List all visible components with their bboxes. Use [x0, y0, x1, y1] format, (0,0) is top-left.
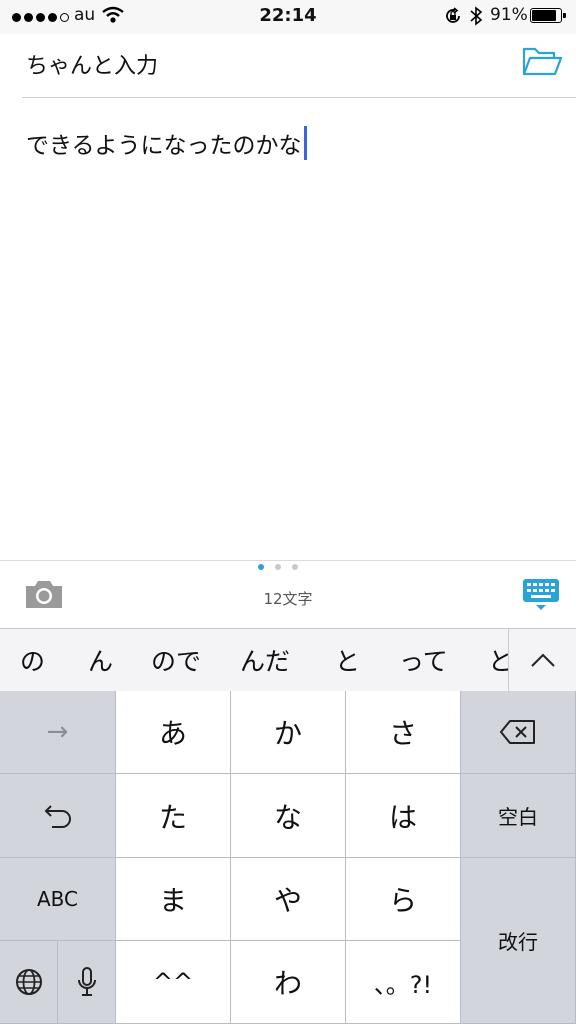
- text-caret: [303, 126, 307, 160]
- kana-key-ha[interactable]: は: [346, 774, 461, 858]
- kana-key-emoticon[interactable]: ^^: [116, 941, 231, 1024]
- abc-key[interactable]: ABC: [0, 858, 116, 941]
- candidate-item[interactable]: ん: [88, 642, 113, 678]
- candidate-item[interactable]: と: [335, 642, 360, 678]
- cursor-right-key[interactable]: →: [0, 691, 116, 774]
- battery-nub: [563, 13, 566, 18]
- candidate-expand-button[interactable]: [508, 629, 576, 691]
- kana-key-ya[interactable]: や: [231, 858, 346, 941]
- battery-fill: [532, 10, 556, 21]
- battery-percent: 91%: [490, 5, 528, 25]
- toolbar-divider: [0, 560, 576, 561]
- globe-key[interactable]: [0, 941, 58, 1024]
- kana-key-ra[interactable]: ら: [346, 858, 461, 941]
- candidate-list: の ん ので んだ と って と: [0, 629, 508, 691]
- globe-icon: [15, 969, 42, 995]
- note-body-text: できるようになったのかな: [26, 133, 302, 159]
- keyboard-hide-icon[interactable]: [522, 578, 560, 612]
- status-bar: au 22:14 91%: [0, 0, 576, 34]
- character-count: 12文字: [263, 590, 313, 608]
- note-title[interactable]: ちゃんと入力: [26, 48, 158, 80]
- return-key[interactable]: 改行: [461, 858, 576, 1024]
- candidate-bar: の ん ので んだ と って と: [0, 628, 576, 691]
- page-dot: [292, 564, 298, 570]
- note-body[interactable]: できるようになったのかな: [26, 126, 307, 160]
- chevron-up-icon: [530, 653, 555, 667]
- page-dot: [258, 564, 264, 570]
- undo-key[interactable]: [0, 774, 116, 858]
- kana-key-punctuation[interactable]: 、。?!: [346, 941, 461, 1024]
- folder-icon[interactable]: [521, 44, 563, 80]
- candidate-item[interactable]: と: [488, 642, 508, 678]
- page-indicator[interactable]: [258, 564, 298, 570]
- kana-key-wa[interactable]: わ: [231, 941, 346, 1024]
- backspace-icon: [500, 720, 535, 744]
- kana-key-ka[interactable]: か: [231, 691, 346, 774]
- kana-key-ma[interactable]: ま: [116, 858, 231, 941]
- dictation-key[interactable]: [58, 941, 116, 1024]
- kana-key-a[interactable]: あ: [116, 691, 231, 774]
- microphone-icon: [77, 967, 96, 996]
- space-key[interactable]: 空白: [461, 774, 576, 858]
- undo-icon: [44, 804, 71, 828]
- kana-key-sa[interactable]: さ: [346, 691, 461, 774]
- page-dot: [275, 564, 281, 570]
- title-divider: [22, 97, 576, 98]
- rotation-lock-icon: [446, 7, 460, 23]
- candidate-item[interactable]: の: [20, 642, 45, 678]
- candidate-item[interactable]: ので: [151, 642, 201, 678]
- battery-icon: [530, 8, 566, 23]
- kana-key-ta[interactable]: た: [116, 774, 231, 858]
- candidate-item[interactable]: って: [399, 642, 448, 678]
- kana-key-na[interactable]: な: [231, 774, 346, 858]
- bluetooth-icon: [470, 6, 483, 26]
- delete-key[interactable]: [461, 691, 576, 774]
- candidate-item[interactable]: んだ: [240, 642, 290, 678]
